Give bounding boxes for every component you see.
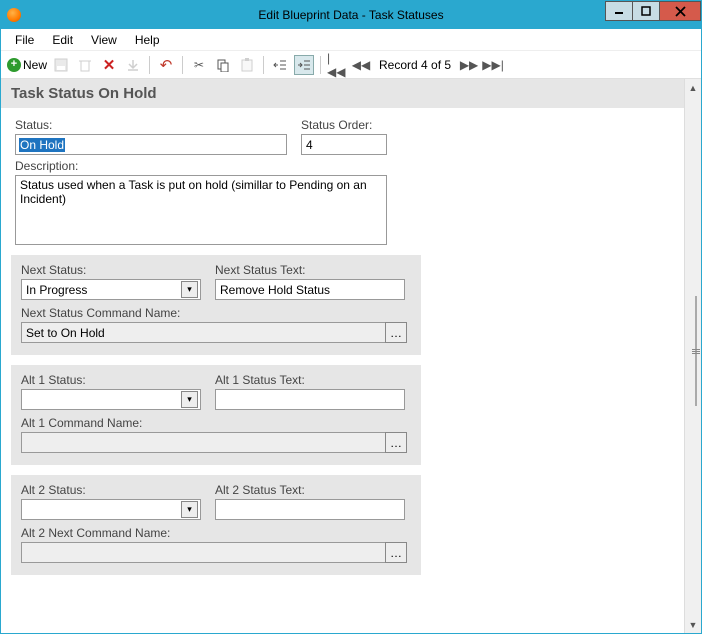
alt2-cmd-browse-button[interactable]: …: [385, 542, 407, 563]
next-record-icon[interactable]: ▶▶: [459, 55, 479, 75]
alt2-status-text-input[interactable]: [215, 499, 405, 520]
trash-icon: [75, 55, 95, 75]
next-status-select[interactable]: In Progress ▾: [21, 279, 201, 300]
status-order-input[interactable]: [301, 134, 387, 155]
alt2-cmd-label: Alt 2 Next Command Name:: [21, 526, 407, 540]
alt1-status-select[interactable]: ▾: [21, 389, 201, 410]
status-label: Status:: [15, 118, 287, 132]
scroll-down-icon[interactable]: ▼: [686, 616, 701, 633]
export-icon: [123, 55, 143, 75]
toolbar-separator: [320, 56, 321, 74]
next-status-cmd-input[interactable]: Set to On Hold: [21, 322, 386, 343]
plus-icon: +: [7, 58, 21, 72]
description-input[interactable]: [15, 175, 387, 245]
description-label: Description:: [15, 159, 387, 173]
next-status-text-input[interactable]: [215, 279, 405, 300]
toolbar-separator: [263, 56, 264, 74]
alt2-cmd-input[interactable]: [21, 542, 386, 563]
prev-record-icon[interactable]: ◀◀: [351, 55, 371, 75]
cut-icon[interactable]: ✂: [189, 55, 209, 75]
alt1-status-label: Alt 1 Status:: [21, 373, 201, 387]
close-button[interactable]: [659, 1, 701, 21]
content-area: Task Status On Hold Status: On Hold Stat…: [1, 79, 684, 633]
new-button-label: New: [23, 58, 47, 72]
title-bar: Edit Blueprint Data - Task Statuses: [1, 1, 701, 29]
alt1-cmd-input[interactable]: [21, 432, 386, 453]
alt2-status-select[interactable]: ▾: [21, 499, 201, 520]
chevron-down-icon: ▾: [181, 391, 198, 408]
app-window: Edit Blueprint Data - Task Statuses File…: [0, 0, 702, 634]
alt2-status-label: Alt 2 Status:: [21, 483, 201, 497]
vertical-scrollbar[interactable]: ▲ ▼: [684, 79, 701, 633]
alt1-cmd-browse-button[interactable]: …: [385, 432, 407, 453]
paste-icon: [237, 55, 257, 75]
next-status-cmd-label: Next Status Command Name:: [21, 306, 407, 320]
outdent-icon[interactable]: [270, 55, 290, 75]
save-icon: [51, 55, 71, 75]
next-status-group: Next Status: In Progress ▾ Next Status T…: [11, 255, 421, 355]
indent-icon[interactable]: [294, 55, 314, 75]
alt2-status-text-label: Alt 2 Status Text:: [215, 483, 405, 497]
next-status-label: Next Status:: [21, 263, 201, 277]
next-status-value: In Progress: [24, 283, 181, 297]
chevron-down-icon: ▾: [181, 281, 198, 298]
page-title: Task Status On Hold: [1, 79, 684, 108]
alt2-status-group: Alt 2 Status: ▾ Alt 2 Status Text:: [11, 475, 421, 575]
status-value: On Hold: [19, 138, 65, 152]
toolbar: + New ✕ ↶ ✂ |◀◀ ◀◀ Record 4 of 5 ▶▶ ▶▶|: [1, 51, 701, 79]
first-record-icon[interactable]: |◀◀: [327, 55, 347, 75]
alt1-status-text-label: Alt 1 Status Text:: [215, 373, 405, 387]
toolbar-separator: [182, 56, 183, 74]
record-position: Record 4 of 5: [375, 58, 455, 72]
scroll-up-icon[interactable]: ▲: [686, 79, 701, 96]
status-order-label: Status Order:: [301, 118, 387, 132]
menu-edit[interactable]: Edit: [44, 31, 81, 49]
delete-icon[interactable]: ✕: [99, 55, 119, 75]
alt1-status-group: Alt 1 Status: ▾ Alt 1 Status Text:: [11, 365, 421, 465]
next-status-cmd-browse-button[interactable]: …: [385, 322, 407, 343]
menu-view[interactable]: View: [83, 31, 125, 49]
chevron-down-icon: ▾: [181, 501, 198, 518]
minimize-button[interactable]: [605, 1, 633, 21]
app-icon: [7, 8, 21, 22]
copy-icon[interactable]: [213, 55, 233, 75]
toolbar-separator: [149, 56, 150, 74]
window-title: Edit Blueprint Data - Task Statuses: [1, 8, 701, 22]
last-record-icon[interactable]: ▶▶|: [483, 55, 503, 75]
next-status-text-label: Next Status Text:: [215, 263, 405, 277]
undo-icon[interactable]: ↶: [156, 55, 176, 75]
status-input[interactable]: On Hold: [15, 134, 287, 155]
scroll-thumb[interactable]: [695, 296, 697, 406]
alt1-status-text-input[interactable]: [215, 389, 405, 410]
menu-bar: File Edit View Help: [1, 29, 701, 51]
client-area: Task Status On Hold Status: On Hold Stat…: [1, 79, 701, 633]
window-controls: [606, 1, 701, 23]
new-button[interactable]: + New: [7, 58, 47, 72]
alt1-cmd-label: Alt 1 Command Name:: [21, 416, 407, 430]
menu-file[interactable]: File: [7, 31, 42, 49]
menu-help[interactable]: Help: [127, 31, 168, 49]
maximize-button[interactable]: [632, 1, 660, 21]
form-area: Status: On Hold Status Order: Descriptio…: [1, 108, 684, 595]
